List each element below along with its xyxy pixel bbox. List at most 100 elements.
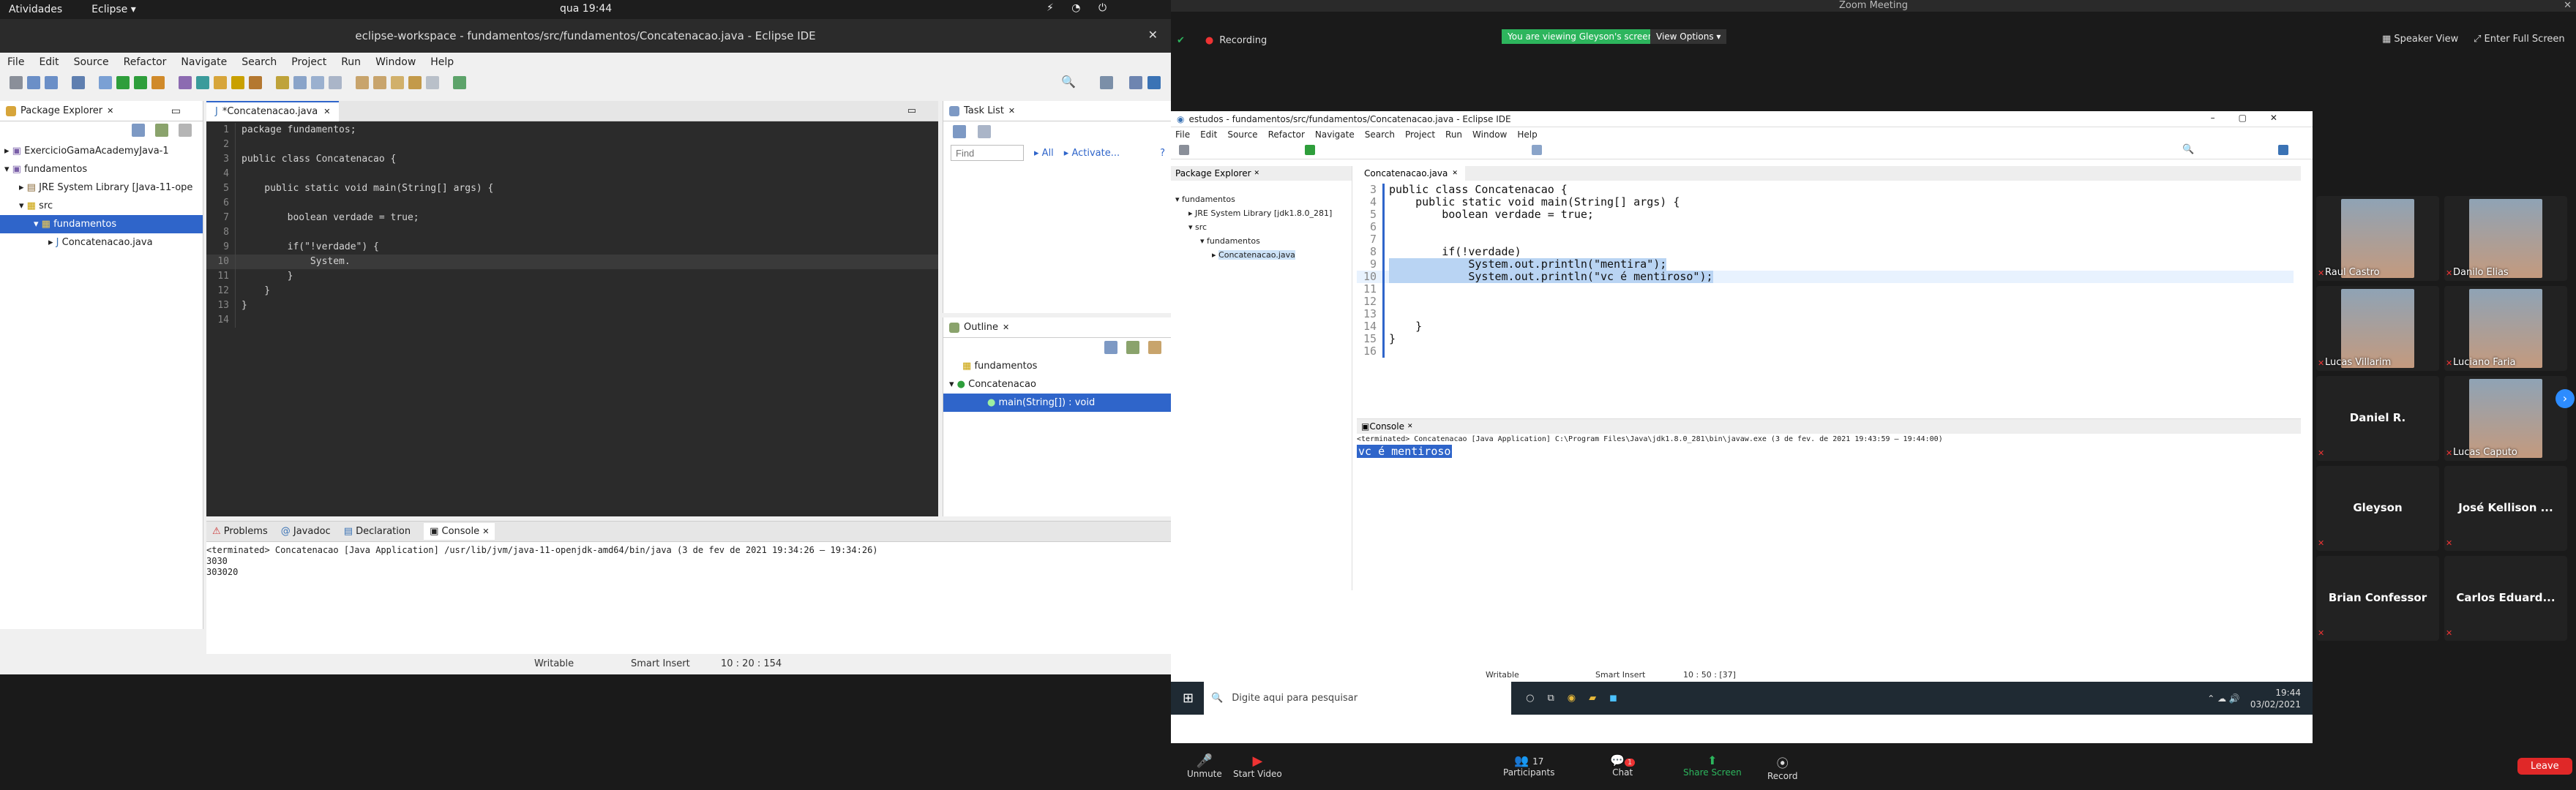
back-icon[interactable] [408,76,422,89]
shared-menu-help[interactable]: Help [1517,129,1537,140]
tree-item-package-selected[interactable]: ▾ ▦ fundamentos [0,215,203,233]
collapse-all-icon[interactable] [132,124,145,137]
terminal-icon[interactable] [72,76,85,89]
shared-tree-item-selected[interactable]: ▸ Concatenacao.java [1171,248,1352,262]
tree-item-library[interactable]: ▸ ▤ JRE System Library [Java-11-ope [0,178,203,197]
shared-menu-search[interactable]: Search [1365,129,1395,140]
tree-item-project[interactable]: ▸ ▣ ExercicioGamaAcademyJava-1 [0,142,203,160]
prev-annotation-icon[interactable] [373,76,386,89]
next-page-arrow-icon[interactable]: › [2556,389,2575,408]
close-icon[interactable]: ✕ [1254,170,1260,177]
debug-icon[interactable] [99,76,112,89]
menu-run[interactable]: Run [341,56,361,68]
save-icon[interactable] [27,76,40,89]
search-icon[interactable]: 🔍 [2182,144,2194,155]
menu-window[interactable]: Window [375,56,416,68]
participant-tile[interactable]: Danilo Elias ✕ [2444,196,2567,281]
help-icon[interactable]: ? [1160,148,1165,159]
toggle-mark-icon[interactable] [1532,145,1542,155]
shared-menu-window[interactable]: Window [1472,129,1507,140]
run-icon[interactable] [116,76,130,89]
clock[interactable]: qua 19:44 [560,3,612,15]
last-edit-icon[interactable] [391,76,404,89]
explorer-icon[interactable]: ▰ [1589,693,1596,704]
tab-javadoc[interactable]: @ Javadoc [281,526,331,537]
shared-editor-lines[interactable]: 3 public class Concatenacao {4 public sta… [1357,184,2294,358]
tab-console[interactable]: ▣ Console ✕ [424,523,495,540]
search-toolbar-icon[interactable] [249,76,262,89]
outline-item-method-selected[interactable]: ● main(String[]) : void [943,394,1171,412]
whitespace-icon[interactable] [329,76,342,89]
record-button[interactable]: ⦿ Record [1767,753,1797,781]
taskbar-search[interactable]: 🔍 Digite aqui para pesquisar [1204,682,1512,715]
hide-fields-icon[interactable] [1148,341,1161,354]
menu-edit[interactable]: Edit [39,56,59,68]
close-icon[interactable]: ✕ [107,106,113,116]
debug-perspective-icon[interactable] [1147,76,1161,89]
tab-declaration[interactable]: ▤ Declaration [344,526,411,537]
participant-tile[interactable]: Lucas Caputo ✕ [2444,376,2567,461]
forward-icon[interactable] [426,76,439,89]
outline-item-class[interactable]: ▾ ● Concatenacao [943,375,1171,394]
activate-link[interactable]: ▸ Activate... [1064,148,1120,159]
participant-tile[interactable]: Brian Confessor ✕ [2316,556,2439,641]
tree-item-project[interactable]: ▾ ▣ fundamentos [0,160,203,178]
shared-tree-item[interactable]: ▾ src [1171,220,1352,234]
chat-button[interactable]: 💬 1 Chat [1610,753,1636,778]
full-screen-button[interactable]: ⤢ Enter Full Screen [2474,34,2565,45]
participant-tile[interactable]: Carlos Eduard... ✕ [2444,556,2567,641]
menu-file[interactable]: File [7,56,24,68]
toggle-mark-icon[interactable] [293,76,307,89]
start-video-button[interactable]: ▶ Start Video [1233,753,1282,779]
participants-button[interactable]: 👥 17 Participants [1503,753,1555,778]
shared-menu-source[interactable]: Source [1227,129,1257,140]
view-options-button[interactable]: View Options ▾ [1650,29,1727,44]
taskbar-clock[interactable]: 19:44 03/02/2021 [2250,687,2301,710]
tree-item-file[interactable]: ▸ J Concatenacao.java [0,233,203,252]
sort-icon[interactable] [1126,341,1139,354]
pin-editor-icon[interactable] [453,76,466,89]
menu-refactor[interactable]: Refactor [124,56,167,68]
link-editor-icon[interactable] [155,124,168,137]
participant-tile[interactable]: Raul Castro ✕ [2316,196,2439,281]
shared-menu-project[interactable]: Project [1405,129,1435,140]
chrome-icon[interactable]: ◉ [1568,693,1576,704]
participant-tile[interactable]: José Kellison ... ✕ [2444,466,2567,551]
menu-project[interactable]: Project [291,56,326,68]
new-task-icon[interactable] [953,125,966,138]
open-type-icon[interactable] [231,76,244,89]
unmute-button[interactable]: 🎤 Unmute [1187,753,1222,779]
zoom-app-icon[interactable]: ◼ [1609,693,1617,704]
shared-console-tab[interactable]: ▣ Console ✕ [1357,419,2301,434]
participant-tile[interactable]: Lucas Villarim ✕ [2316,286,2439,371]
close-icon[interactable]: ✕ [1452,170,1458,177]
shared-menu-run[interactable]: Run [1445,129,1462,140]
shared-tree-item[interactable]: ▾ fundamentos [1171,234,1352,248]
tray-icons[interactable]: ⌃ ☁ 🔊 [2207,693,2240,704]
app-menu[interactable]: Eclipse ▾ [91,4,136,15]
shared-menu-file[interactable]: File [1175,129,1190,140]
save-all-icon[interactable] [45,76,58,89]
new-icon[interactable] [1179,145,1189,155]
find-input[interactable] [951,145,1024,161]
share-screen-button[interactable]: ⬆ Share Screen [1683,753,1742,778]
menu-source[interactable]: Source [74,56,109,68]
filter-icon[interactable] [978,125,991,138]
tab-problems[interactable]: ⚠ Problems [212,526,268,537]
task-view-icon[interactable]: ⧉ [1547,693,1554,704]
coverage-icon[interactable] [134,76,147,89]
shared-menu-edit[interactable]: Edit [1200,129,1217,140]
java-perspective-icon[interactable] [2278,145,2288,155]
cortana-icon[interactable]: ○ [1526,693,1534,704]
shared-tree-item[interactable]: ▸ JRE System Library [jdk1.8.0_281] [1171,206,1352,220]
shared-menu-refactor[interactable]: Refactor [1268,129,1305,140]
java-perspective-icon[interactable] [1129,76,1142,89]
shared-pe-tab[interactable]: Package Explorer ✕ [1171,166,1352,181]
all-link[interactable]: ▸ All [1034,148,1054,159]
minimize-icon[interactable]: ▭ [171,105,181,117]
close-icon[interactable]: ✕ [1008,106,1015,116]
open-perspective-icon[interactable] [1100,76,1113,89]
windows-start-icon[interactable]: ⊞ [1183,691,1194,706]
outline-item-package[interactable]: ▦ fundamentos [943,357,1171,375]
leave-button[interactable]: Leave [2517,758,2572,775]
